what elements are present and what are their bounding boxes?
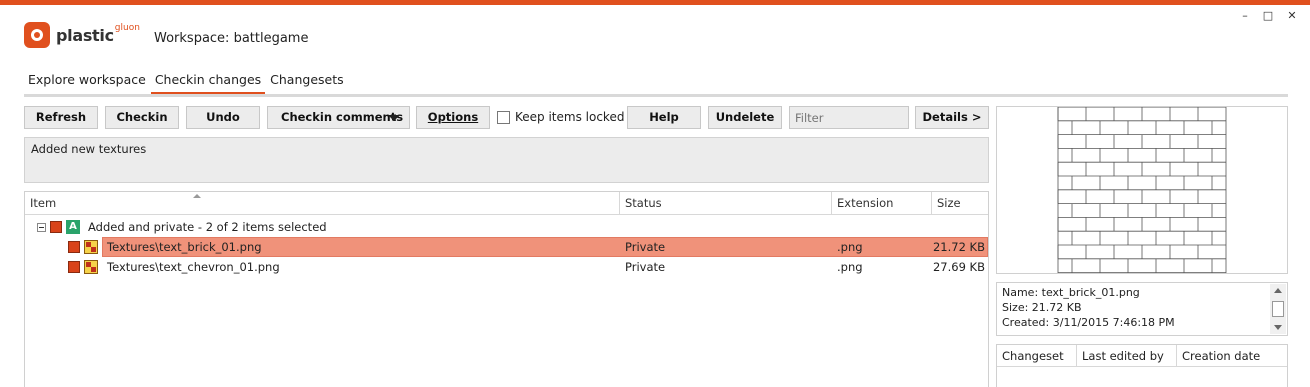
refresh-button[interactable]: Refresh: [24, 106, 98, 129]
scroll-thumb[interactable]: [1272, 301, 1284, 317]
minimize-icon[interactable]: –: [1238, 10, 1252, 22]
details-name: Name: text_brick_01.png: [1002, 286, 1140, 299]
filter-input[interactable]: [789, 106, 909, 129]
history-grid: Changeset Last edited by Creation date: [996, 344, 1288, 387]
group-label: Added and private - 2 of 2 items selecte…: [88, 220, 327, 234]
row-size: 21.72 KB: [932, 240, 985, 254]
column-header-last-edited-by[interactable]: Last edited by: [1077, 345, 1177, 367]
keep-items-locked-checkbox[interactable]: [497, 110, 510, 124]
row-checkbox[interactable]: [68, 261, 80, 273]
column-header-item[interactable]: Item: [25, 192, 620, 215]
undelete-button[interactable]: Undelete: [708, 106, 782, 129]
image-file-icon: [84, 260, 98, 274]
tab-explore-workspace[interactable]: Explore workspace: [24, 72, 150, 94]
details-scrollbar[interactable]: [1270, 284, 1286, 334]
tab-checkin-changes[interactable]: Checkin changes: [150, 72, 266, 94]
checkin-comment-text: Added new textures: [31, 142, 147, 156]
file-details-panel: Name: text_brick_01.png Size: 21.72 KB C…: [996, 282, 1288, 336]
added-badge-icon: A: [66, 220, 80, 234]
table-row[interactable]: Textures\text_chevron_01.png Private .pn…: [25, 257, 988, 277]
keep-items-locked-toggle[interactable]: Keep items locked: [497, 110, 624, 124]
row-size: 27.69 KB: [932, 260, 985, 274]
details-button[interactable]: Details >: [915, 106, 989, 129]
scroll-up-icon[interactable]: [1274, 288, 1282, 293]
brick-texture-preview: [1057, 106, 1227, 287]
tabs-divider: [24, 94, 1288, 97]
logo-text: plastic: [56, 25, 114, 45]
grid-header: Item Status Extension Size: [25, 192, 988, 215]
row-item: Textures\text_chevron_01.png: [107, 260, 280, 274]
checkin-button[interactable]: Checkin: [105, 106, 179, 129]
row-extension: .png: [837, 260, 863, 274]
row-status: Private: [625, 260, 666, 274]
keep-items-locked-label: Keep items locked: [515, 110, 625, 124]
close-icon[interactable]: ✕: [1285, 10, 1299, 22]
logo-sup-text: gluon: [114, 23, 140, 33]
column-header-changeset[interactable]: Changeset: [997, 345, 1077, 367]
image-preview: [996, 106, 1288, 287]
sort-ascending-icon: [193, 194, 201, 198]
options-button[interactable]: Options: [416, 106, 490, 129]
details-size: Size: 21.72 KB: [1002, 301, 1082, 314]
help-button[interactable]: Help: [627, 106, 701, 129]
group-row[interactable]: A Added and private - 2 of 2 items selec…: [25, 217, 988, 237]
row-extension: .png: [837, 240, 863, 254]
checkin-comments-label: Checkin comments: [281, 110, 404, 124]
row-checkbox[interactable]: [68, 241, 80, 253]
accent-top-bar: [0, 0, 1310, 5]
plastic-logo-icon: [24, 22, 50, 48]
image-file-icon: [84, 240, 98, 254]
workspace-title: Workspace: battlegame: [154, 31, 309, 46]
row-status: Private: [625, 240, 666, 254]
row-item: Textures\text_brick_01.png: [107, 240, 262, 254]
column-header-size[interactable]: Size: [932, 192, 988, 215]
maximize-icon[interactable]: □: [1261, 10, 1275, 22]
main-tabs: Explore workspace Checkin changes Change…: [24, 72, 348, 94]
column-header-creation-date[interactable]: Creation date: [1177, 345, 1287, 367]
column-header-extension[interactable]: Extension: [832, 192, 932, 215]
group-checkbox[interactable]: [50, 221, 62, 233]
column-header-status[interactable]: Status: [620, 192, 832, 215]
app-logo: plastic gluon: [24, 20, 140, 50]
collapse-icon[interactable]: [37, 223, 46, 232]
checkin-comments-dropdown[interactable]: Checkin comments: [267, 106, 410, 129]
table-row[interactable]: Textures\text_brick_01.png Private .png …: [25, 237, 988, 257]
checkin-comment-box[interactable]: Added new textures: [24, 137, 989, 183]
details-created: Created: 3/11/2015 7:46:18 PM: [1002, 316, 1175, 329]
tab-changesets[interactable]: Changesets: [266, 72, 347, 94]
pending-changes-grid: Item Status Extension Size A Added and p…: [24, 191, 989, 387]
chevron-down-icon: [388, 115, 400, 121]
undo-button[interactable]: Undo: [186, 106, 260, 129]
scroll-down-icon[interactable]: [1274, 325, 1282, 330]
column-header-item-label: Item: [30, 196, 57, 210]
